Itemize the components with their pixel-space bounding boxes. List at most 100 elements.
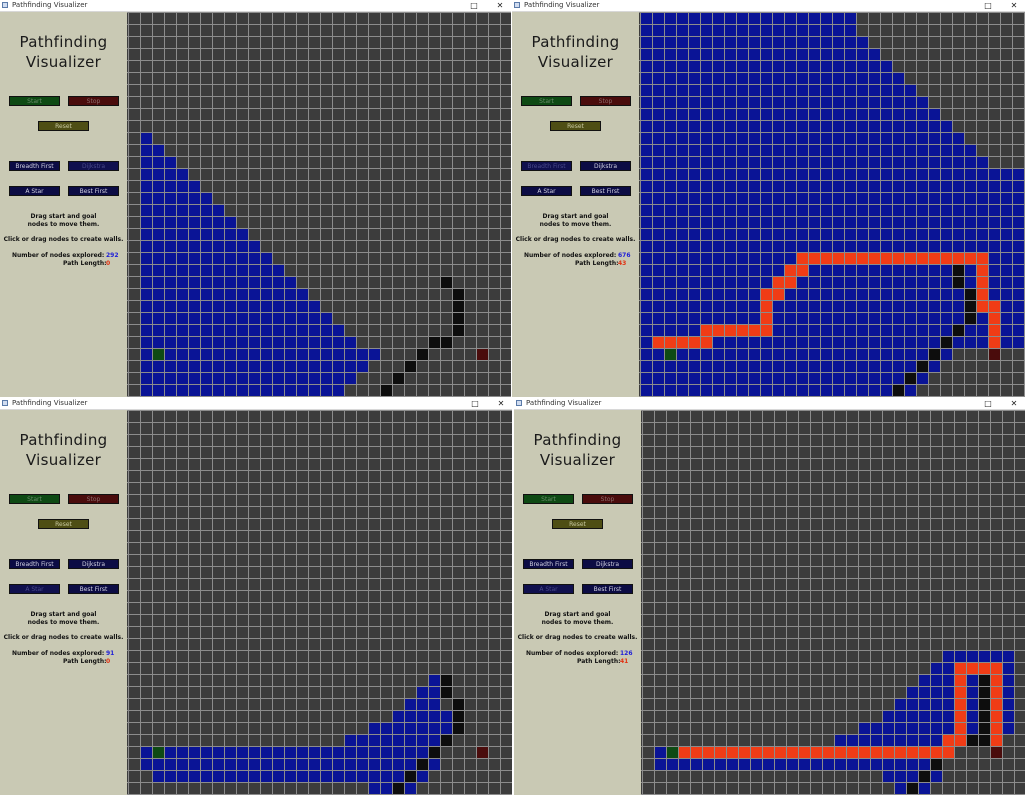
explored-node[interactable] bbox=[761, 337, 772, 348]
explored-node[interactable] bbox=[285, 313, 296, 324]
path-node[interactable] bbox=[739, 747, 750, 758]
reset-button[interactable]: Reset bbox=[552, 519, 603, 529]
explored-node[interactable] bbox=[677, 265, 688, 276]
explored-node[interactable] bbox=[213, 373, 224, 384]
explored-node[interactable] bbox=[833, 217, 844, 228]
explored-node[interactable] bbox=[797, 157, 808, 168]
explored-node[interactable] bbox=[905, 289, 916, 300]
explored-node[interactable] bbox=[261, 277, 272, 288]
explored-node[interactable] bbox=[809, 73, 820, 84]
explored-node[interactable] bbox=[141, 253, 152, 264]
explored-node[interactable] bbox=[177, 349, 188, 360]
explored-node[interactable] bbox=[653, 181, 664, 192]
explored-node[interactable] bbox=[941, 121, 952, 132]
explored-node[interactable] bbox=[833, 49, 844, 60]
path-node[interactable] bbox=[943, 735, 954, 746]
explored-node[interactable] bbox=[165, 277, 176, 288]
wall-node[interactable] bbox=[979, 723, 990, 734]
stop-button[interactable]: Stop bbox=[68, 96, 119, 106]
explored-node[interactable] bbox=[725, 145, 736, 156]
explored-node[interactable] bbox=[701, 169, 712, 180]
explored-node[interactable] bbox=[953, 301, 964, 312]
explored-node[interactable] bbox=[689, 349, 700, 360]
explored-node[interactable] bbox=[261, 771, 272, 782]
explored-node[interactable] bbox=[883, 735, 894, 746]
explored-node[interactable] bbox=[369, 783, 380, 794]
explored-node[interactable] bbox=[929, 229, 940, 240]
explored-node[interactable] bbox=[213, 301, 224, 312]
explored-node[interactable] bbox=[929, 169, 940, 180]
explored-node[interactable] bbox=[989, 229, 1000, 240]
explored-node[interactable] bbox=[333, 759, 344, 770]
explored-node[interactable] bbox=[701, 241, 712, 252]
start-button[interactable]: Start bbox=[9, 96, 60, 106]
explored-node[interactable] bbox=[713, 73, 724, 84]
explored-node[interactable] bbox=[881, 73, 892, 84]
explored-node[interactable] bbox=[941, 313, 952, 324]
explored-node[interactable] bbox=[761, 349, 772, 360]
explored-node[interactable] bbox=[689, 361, 700, 372]
explored-node[interactable] bbox=[273, 313, 284, 324]
explored-node[interactable] bbox=[905, 205, 916, 216]
explored-node[interactable] bbox=[225, 277, 236, 288]
explored-node[interactable] bbox=[929, 181, 940, 192]
explored-node[interactable] bbox=[1003, 675, 1014, 686]
wall-node[interactable] bbox=[453, 313, 464, 324]
explored-node[interactable] bbox=[821, 337, 832, 348]
explored-node[interactable] bbox=[725, 193, 736, 204]
explored-node[interactable] bbox=[393, 771, 404, 782]
explored-node[interactable] bbox=[405, 723, 416, 734]
explored-node[interactable] bbox=[751, 759, 762, 770]
explored-node[interactable] bbox=[761, 277, 772, 288]
explored-node[interactable] bbox=[929, 133, 940, 144]
path-node[interactable] bbox=[835, 747, 846, 758]
explored-node[interactable] bbox=[345, 337, 356, 348]
explored-node[interactable] bbox=[737, 157, 748, 168]
explored-node[interactable] bbox=[153, 253, 164, 264]
explored-node[interactable] bbox=[809, 121, 820, 132]
explored-node[interactable] bbox=[201, 361, 212, 372]
breadth-first-button[interactable]: Breadth First bbox=[9, 559, 60, 569]
explored-node[interactable] bbox=[773, 181, 784, 192]
explored-node[interactable] bbox=[165, 747, 176, 758]
explored-node[interactable] bbox=[285, 325, 296, 336]
explored-node[interactable] bbox=[943, 663, 954, 674]
path-node[interactable] bbox=[775, 747, 786, 758]
explored-node[interactable] bbox=[749, 145, 760, 156]
explored-node[interactable] bbox=[405, 735, 416, 746]
explored-node[interactable] bbox=[249, 385, 260, 396]
explored-node[interactable] bbox=[725, 157, 736, 168]
explored-node[interactable] bbox=[965, 193, 976, 204]
explored-node[interactable] bbox=[701, 49, 712, 60]
explored-node[interactable] bbox=[357, 735, 368, 746]
explored-node[interactable] bbox=[857, 37, 868, 48]
explored-node[interactable] bbox=[965, 217, 976, 228]
explored-node[interactable] bbox=[701, 373, 712, 384]
path-node[interactable] bbox=[809, 253, 820, 264]
explored-node[interactable] bbox=[907, 687, 918, 698]
explored-node[interactable] bbox=[1001, 289, 1012, 300]
explored-node[interactable] bbox=[761, 109, 772, 120]
explored-node[interactable] bbox=[869, 325, 880, 336]
explored-node[interactable] bbox=[1003, 687, 1014, 698]
explored-node[interactable] bbox=[1003, 711, 1014, 722]
explored-node[interactable] bbox=[237, 337, 248, 348]
explored-node[interactable] bbox=[249, 289, 260, 300]
explored-node[interactable] bbox=[905, 277, 916, 288]
start-node[interactable] bbox=[667, 747, 678, 758]
explored-node[interactable] bbox=[213, 205, 224, 216]
explored-node[interactable] bbox=[761, 157, 772, 168]
explored-node[interactable] bbox=[201, 241, 212, 252]
explored-node[interactable] bbox=[189, 337, 200, 348]
explored-node[interactable] bbox=[677, 253, 688, 264]
wall-node[interactable] bbox=[907, 783, 918, 794]
explored-node[interactable] bbox=[941, 277, 952, 288]
explored-node[interactable] bbox=[689, 85, 700, 96]
explored-node[interactable] bbox=[737, 385, 748, 396]
explored-node[interactable] bbox=[653, 61, 664, 72]
explored-node[interactable] bbox=[725, 289, 736, 300]
explored-node[interactable] bbox=[929, 325, 940, 336]
explored-node[interactable] bbox=[153, 361, 164, 372]
explored-node[interactable] bbox=[785, 13, 796, 24]
wall-node[interactable] bbox=[953, 277, 964, 288]
